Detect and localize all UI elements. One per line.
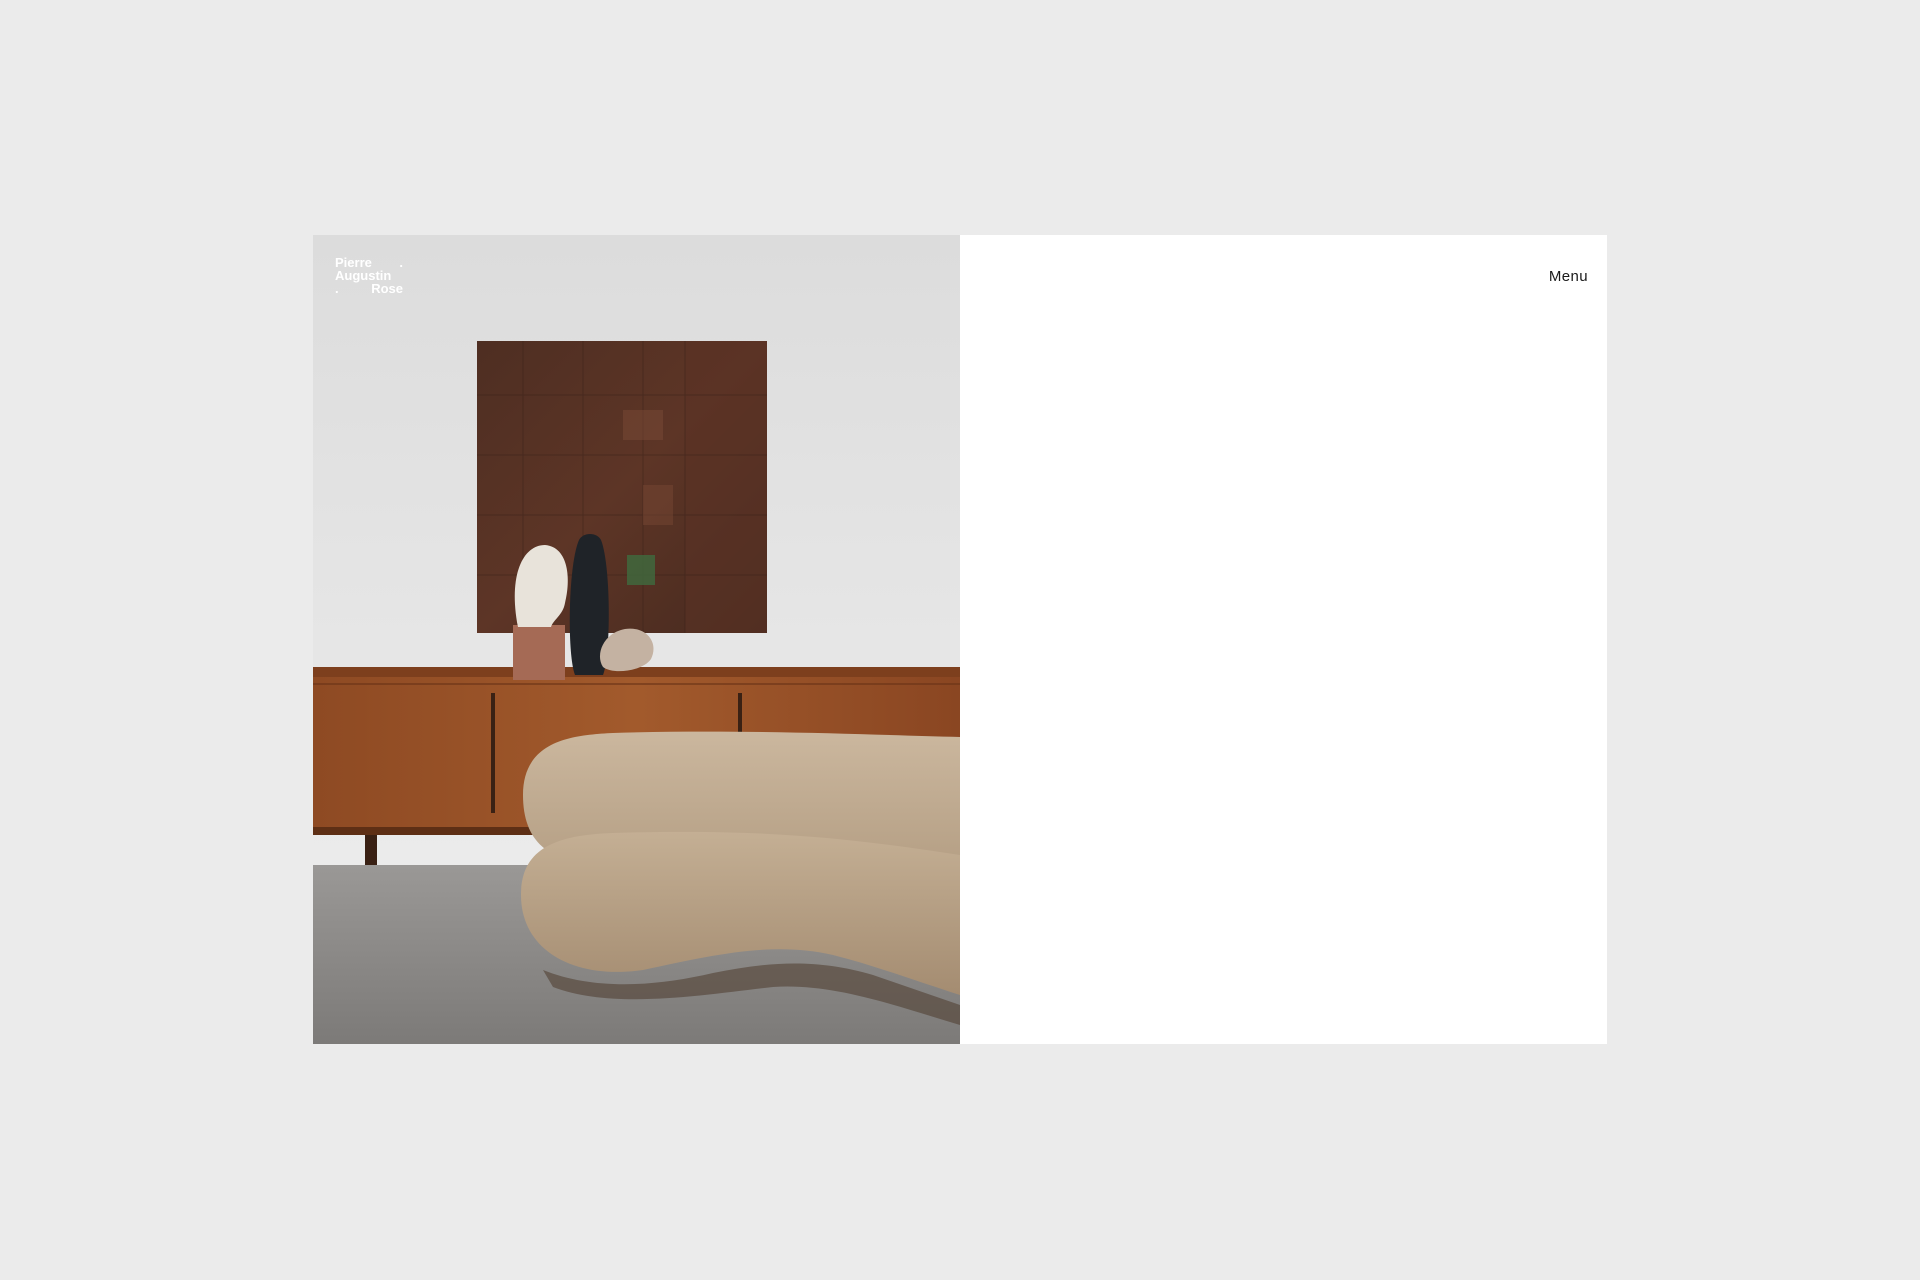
logo-mark-3: .	[335, 281, 339, 296]
content-panel: Menu	[960, 235, 1607, 1044]
page: Pierre . Augustin . Rose Menu	[0, 0, 1920, 1280]
logo-line-3: Rose	[371, 281, 403, 296]
sculpture	[513, 545, 568, 680]
hero-image: Pierre . Augustin . Rose	[313, 235, 960, 1044]
logo-mark-1: .	[399, 255, 403, 270]
brand-logo[interactable]: Pierre . Augustin . Rose	[335, 256, 403, 295]
interior-photo	[313, 235, 960, 1044]
site-frame: Pierre . Augustin . Rose Menu	[313, 235, 1607, 1044]
menu-button[interactable]: Menu	[1549, 268, 1588, 285]
